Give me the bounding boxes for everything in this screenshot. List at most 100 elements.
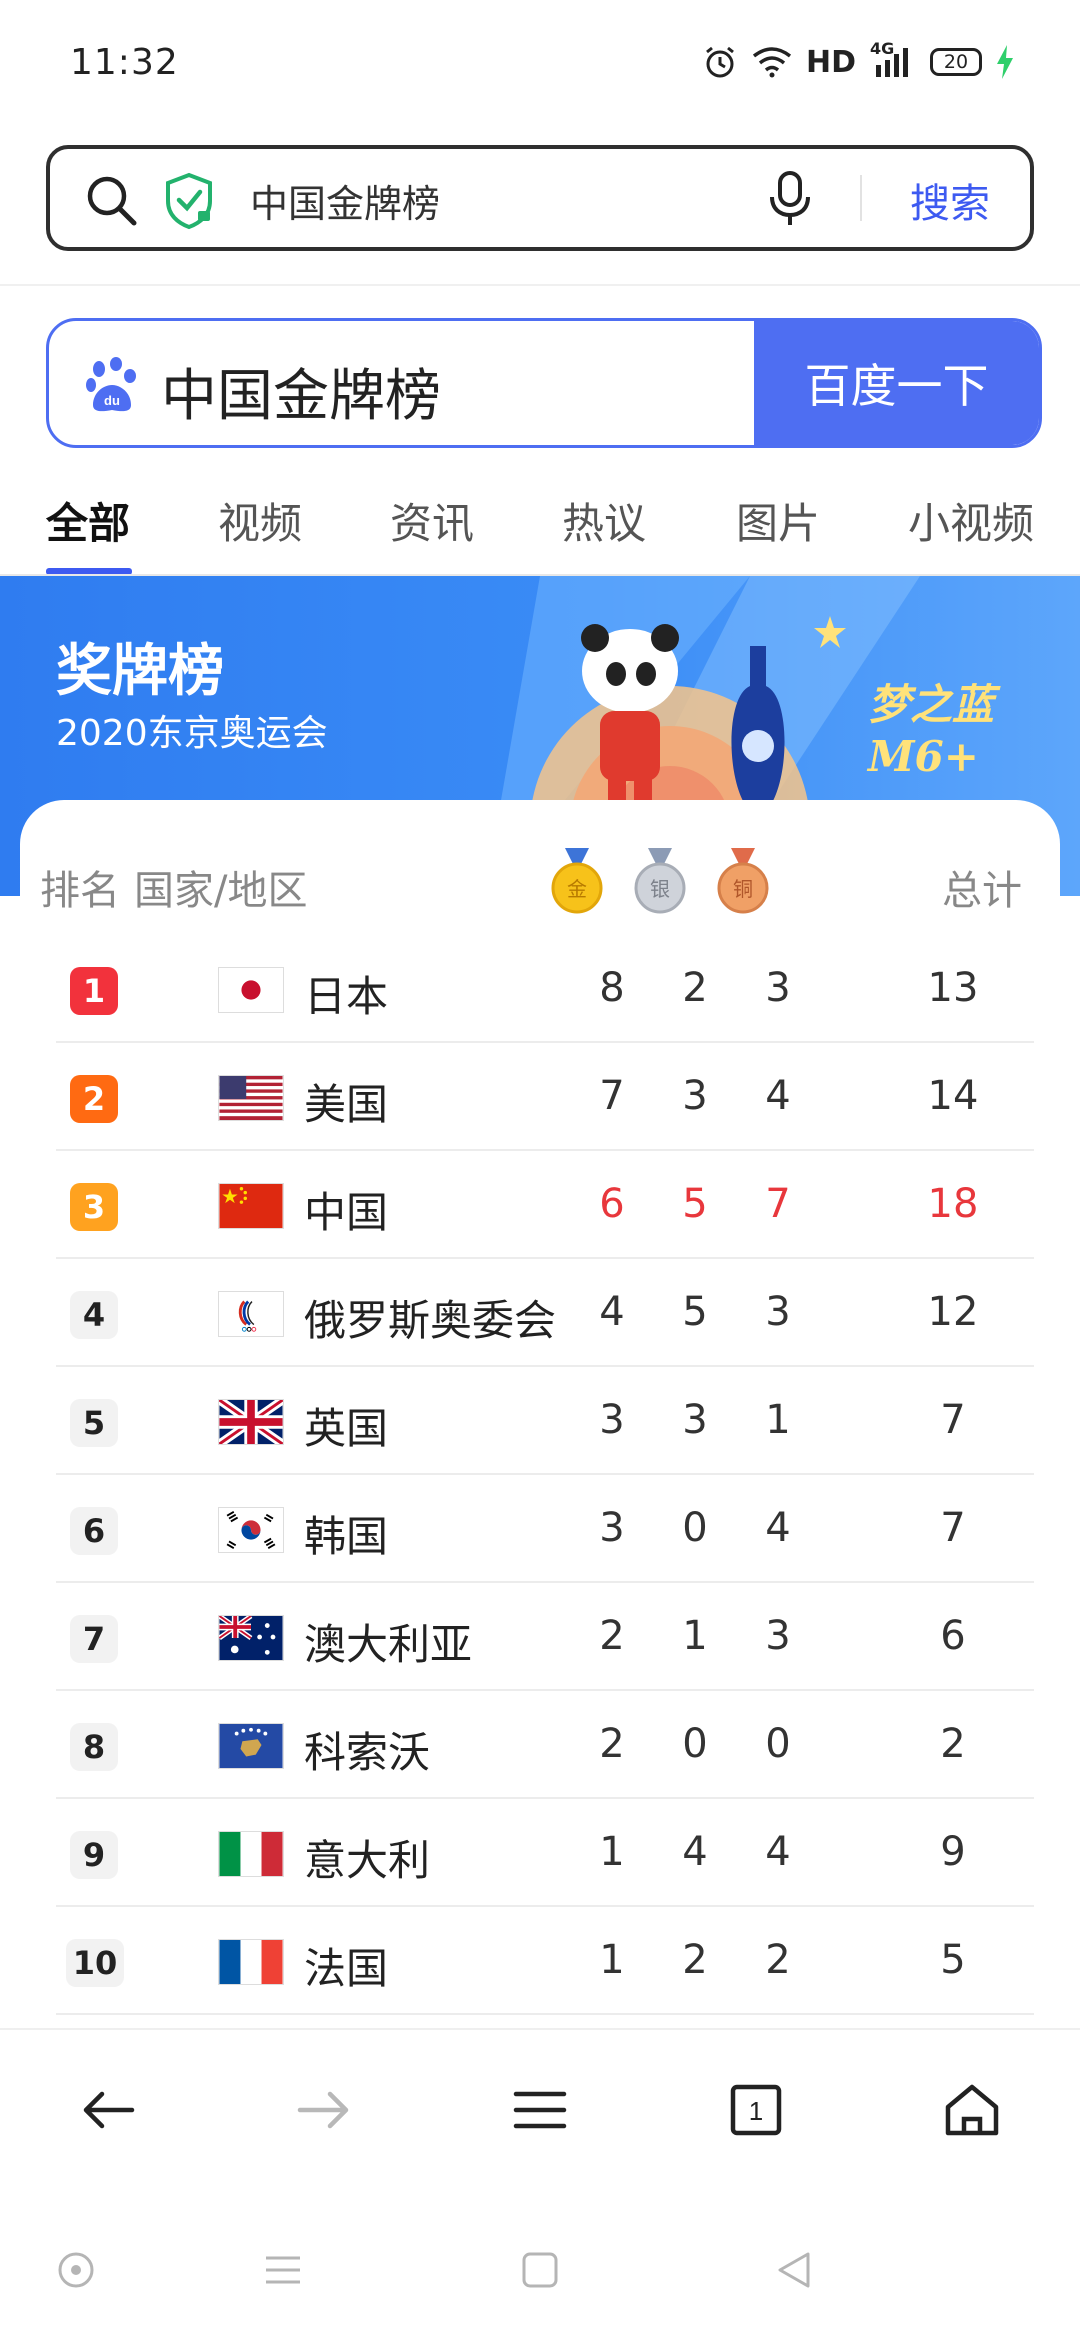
baidu-paw-icon: du xyxy=(86,357,136,412)
gold-count: 3 xyxy=(599,1505,625,1551)
total-count: 18 xyxy=(927,1181,979,1227)
table-row[interactable]: 10 法国 1 2 2 5 xyxy=(56,1907,1034,2015)
country-name: 俄罗斯奥委会 xyxy=(304,1296,557,1345)
gold-count: 7 xyxy=(599,1073,625,1119)
gold-count: 8 xyxy=(599,965,625,1011)
japan-flag xyxy=(218,967,284,1013)
bronze-count: 4 xyxy=(765,1505,791,1551)
bronze-count: 4 xyxy=(765,1073,791,1119)
wifi-icon xyxy=(752,47,792,78)
baidu-search-box[interactable]: du 中国金牌榜 百度一下 xyxy=(46,318,1042,448)
silver-count: 3 xyxy=(682,1397,708,1443)
country-name: 美国 xyxy=(304,1080,389,1129)
table-row[interactable]: 8 科索沃 2 0 0 2 xyxy=(56,1691,1034,1799)
gold-count: 3 xyxy=(599,1397,625,1443)
roc-flag xyxy=(218,1291,284,1337)
back-arrow-icon xyxy=(83,2091,135,2129)
status-bar: 11:32 HD 4G 20 xyxy=(0,0,1080,130)
total-count: 2 xyxy=(940,1721,966,1767)
rank-badge: 9 xyxy=(70,1831,118,1879)
divider xyxy=(0,284,1080,286)
charging-bolt-icon xyxy=(997,45,1013,79)
table-row[interactable]: 3 中国 6 5 7 18 xyxy=(56,1151,1034,1259)
tab-discussion[interactable]: 热议 xyxy=(562,490,646,551)
baidu-search-input[interactable]: 中国金牌榜 xyxy=(161,351,441,432)
result-tabs: 全部 视频 资讯 热议 图片 小视频 xyxy=(0,480,1080,576)
gold-count: 1 xyxy=(599,1829,625,1875)
tabs-button[interactable]: 1 xyxy=(716,2075,796,2145)
header-rank: 排名 xyxy=(40,868,120,914)
baidu-search-button[interactable]: 百度一下 xyxy=(754,321,1039,445)
header-country: 国家/地区 xyxy=(134,868,308,914)
rank-badge: 7 xyxy=(70,1615,118,1663)
gold-medal-icon: 金 xyxy=(551,848,603,914)
tab-all[interactable]: 全部 xyxy=(46,490,130,551)
microphone-icon[interactable] xyxy=(765,169,815,229)
tab-short-video[interactable]: 小视频 xyxy=(908,490,1034,551)
rank-badge: 6 xyxy=(70,1507,118,1555)
forward-arrow-icon xyxy=(297,2091,349,2129)
menu-icon xyxy=(513,2091,567,2129)
total-count: 5 xyxy=(940,1937,966,1983)
svg-text:du: du xyxy=(104,393,120,408)
medal-table-header: 排名 国家/地区 金 银 铜 总计 xyxy=(20,840,1060,920)
bronze-count: 2 xyxy=(765,1937,791,1983)
forward-button[interactable] xyxy=(284,2075,364,2145)
bronze-count: 0 xyxy=(765,1721,791,1767)
silver-count: 0 xyxy=(682,1505,708,1551)
back-triangle-icon[interactable] xyxy=(774,2250,814,2290)
table-row[interactable]: 9 意大利 1 4 4 9 xyxy=(56,1799,1034,1907)
system-navigation-bar xyxy=(0,2220,1080,2340)
silver-count: 2 xyxy=(682,1937,708,1983)
usa-flag xyxy=(218,1075,284,1121)
back-button[interactable] xyxy=(68,2075,148,2145)
tab-news[interactable]: 资讯 xyxy=(390,490,474,551)
address-query-text[interactable]: 中国金牌榜 xyxy=(250,173,440,228)
browser-bottom-nav: 1 xyxy=(0,2028,1080,2188)
total-count: 12 xyxy=(927,1289,979,1335)
country-name: 中国 xyxy=(304,1188,389,1237)
header-total: 总计 xyxy=(942,868,1022,914)
rank-badge: 5 xyxy=(70,1399,118,1447)
china-flag xyxy=(218,1183,284,1229)
assistant-dot-icon[interactable] xyxy=(56,2250,96,2290)
italy-flag xyxy=(218,1831,284,1877)
table-row[interactable]: 6 韩国 3 0 4 7 xyxy=(56,1475,1034,1583)
browser-address-bar[interactable]: 中国金牌榜 搜索 xyxy=(46,145,1034,251)
total-count: 13 xyxy=(927,965,979,1011)
battery-icon: 20 xyxy=(930,48,982,76)
tab-images[interactable]: 图片 xyxy=(736,490,820,551)
bronze-count: 7 xyxy=(765,1181,791,1227)
table-row[interactable]: 7 澳大利亚 2 1 3 6 xyxy=(56,1583,1034,1691)
cellular-signal-icon: 4G xyxy=(870,39,916,79)
address-search-button[interactable]: 搜索 xyxy=(910,171,990,229)
table-row[interactable]: 5 英国 3 3 1 7 xyxy=(56,1367,1034,1475)
table-row[interactable]: 4 俄罗斯奥委会 4 5 3 12 xyxy=(56,1259,1034,1367)
hd-label: HD xyxy=(805,44,856,80)
rank-badge: 3 xyxy=(70,1183,118,1231)
silver-count: 0 xyxy=(682,1721,708,1767)
address-divider xyxy=(860,175,862,221)
menu-button[interactable] xyxy=(500,2075,580,2145)
status-time: 11:32 xyxy=(70,42,179,83)
search-icon xyxy=(87,176,137,226)
total-count: 14 xyxy=(927,1073,979,1119)
rank-badge: 8 xyxy=(70,1723,118,1771)
country-name: 科索沃 xyxy=(304,1728,431,1777)
gold-count: 2 xyxy=(599,1721,625,1767)
bronze-count: 4 xyxy=(765,1829,791,1875)
home-square-icon[interactable] xyxy=(520,2250,560,2290)
silver-count: 5 xyxy=(682,1289,708,1335)
table-row[interactable]: 1 日本 8 2 3 13 xyxy=(56,935,1034,1043)
uk-flag xyxy=(218,1399,284,1445)
bronze-count: 3 xyxy=(765,965,791,1011)
total-count: 7 xyxy=(940,1397,966,1443)
table-row[interactable]: 2 美国 7 3 4 14 xyxy=(56,1043,1034,1151)
country-name: 韩国 xyxy=(304,1512,389,1561)
tab-video[interactable]: 视频 xyxy=(218,490,302,551)
recents-menu-icon[interactable] xyxy=(262,2250,304,2290)
bronze-count: 3 xyxy=(765,1289,791,1335)
banner-subtitle: 2020东京奥运会 xyxy=(56,713,328,754)
home-button[interactable] xyxy=(932,2075,1012,2145)
rank-badge: 10 xyxy=(66,1939,124,1987)
